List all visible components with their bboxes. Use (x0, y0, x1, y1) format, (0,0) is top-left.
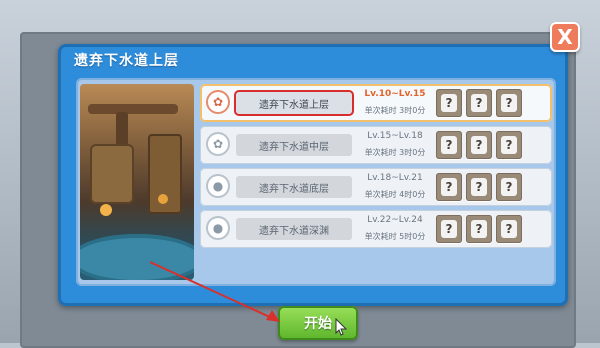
reward-slot[interactable]: ? (436, 215, 462, 243)
stage-time: 单次耗时 4时0分 (364, 190, 426, 199)
pointer-cursor-icon (335, 318, 348, 336)
stage-panel: ✿ 遗弃下水道上层 Lv.10~Lv.15 单次耗时 3时0分 ? ? ? ✿ … (76, 78, 556, 286)
stage-name: 遗弃下水道深渊 (236, 218, 352, 240)
question-mark-icon: ? (501, 94, 517, 112)
stage-level: Lv.22~Lv.24 (367, 215, 423, 225)
bomb-icon: ● (208, 176, 228, 196)
bomb-icon: ● (208, 218, 228, 238)
close-button[interactable]: X (550, 22, 580, 52)
stage-level: Lv.18~Lv.21 (367, 173, 423, 183)
question-mark-icon: ? (501, 136, 517, 154)
reward-slot[interactable]: ? (436, 89, 462, 117)
reward-slot[interactable]: ? (466, 131, 492, 159)
stage-row-upper[interactable]: ✿ 遗弃下水道上层 Lv.10~Lv.15 单次耗时 3时0分 ? ? ? (200, 84, 552, 122)
question-mark-icon: ? (441, 136, 457, 154)
stage-level: Lv.15~Lv.18 (367, 131, 423, 141)
stage-list: ✿ 遗弃下水道上层 Lv.10~Lv.15 单次耗时 3时0分 ? ? ? ✿ … (200, 84, 552, 252)
reward-slot[interactable]: ? (496, 89, 522, 117)
question-mark-icon: ? (471, 220, 487, 238)
question-mark-icon: ? (441, 220, 457, 238)
stage-row-abyss[interactable]: ● 遗弃下水道深渊 Lv.22~Lv.24 单次耗时 5时0分 ? ? ? (200, 210, 552, 248)
cat-paw-icon: ✿ (208, 92, 228, 112)
question-mark-icon: ? (441, 94, 457, 112)
stage-select-dialog: 遗弃下水道上层 ✿ 遗弃下水道上层 Lv.10~Lv.15 单次耗时 3时0分 … (58, 44, 568, 306)
dialog-title: 遗弃下水道上层 (74, 53, 179, 69)
stage-name: 遗弃下水道上层 (234, 90, 354, 116)
stage-time: 单次耗时 3时0分 (364, 106, 426, 115)
reward-slot[interactable]: ? (466, 89, 492, 117)
question-mark-icon: ? (471, 178, 487, 196)
reward-slot[interactable]: ? (436, 173, 462, 201)
stage-row-bottom[interactable]: ● 遗弃下水道底层 Lv.18~Lv.21 单次耗时 4时0分 ? ? ? (200, 168, 552, 206)
reward-slot[interactable]: ? (466, 173, 492, 201)
dungeon-preview-image (80, 84, 194, 280)
cat-paw-icon: ✿ (208, 134, 228, 154)
reward-slot[interactable]: ? (466, 215, 492, 243)
stage-level: Lv.10~Lv.15 (364, 89, 426, 99)
reward-slot[interactable]: ? (496, 173, 522, 201)
stage-row-middle[interactable]: ✿ 遗弃下水道中层 Lv.15~Lv.18 单次耗时 3时0分 ? ? ? (200, 126, 552, 164)
reward-slot[interactable]: ? (496, 215, 522, 243)
stage-time: 单次耗时 3时0分 (364, 148, 426, 157)
question-mark-icon: ? (471, 136, 487, 154)
reward-slot[interactable]: ? (436, 131, 462, 159)
stage-name: 遗弃下水道中层 (236, 134, 352, 156)
reward-slot[interactable]: ? (496, 131, 522, 159)
question-mark-icon: ? (501, 178, 517, 196)
question-mark-icon: ? (471, 94, 487, 112)
question-mark-icon: ? (441, 178, 457, 196)
question-mark-icon: ? (501, 220, 517, 238)
stage-time: 单次耗时 5时0分 (364, 232, 426, 241)
stage-name: 遗弃下水道底层 (236, 176, 352, 198)
